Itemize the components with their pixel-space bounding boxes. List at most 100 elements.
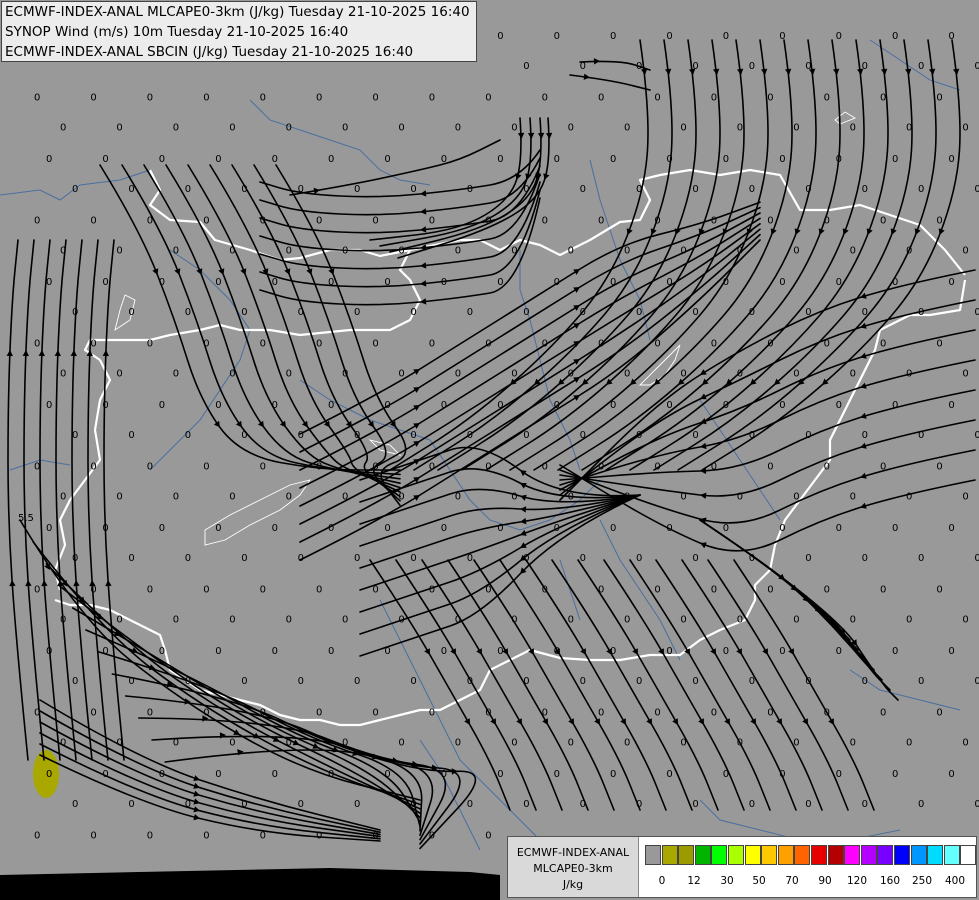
station-value: 0 — [215, 154, 221, 165]
station-value: 0 — [974, 799, 979, 810]
station-value: 0 — [850, 369, 856, 380]
legend-swatch — [910, 845, 927, 865]
station-value: 0 — [692, 676, 698, 687]
station-value: 0 — [272, 769, 278, 780]
legend-tick-label: 70 — [785, 875, 799, 887]
station-value: 0 — [948, 769, 954, 780]
legend-swatch — [645, 845, 661, 865]
station-value: 0 — [203, 93, 209, 104]
station-value: 0 — [692, 553, 698, 564]
station-value: 0 — [624, 246, 630, 257]
station-value: 0 — [286, 246, 292, 257]
station-value: 0 — [749, 184, 755, 195]
station-value: 0 — [523, 799, 529, 810]
station-value: 0 — [203, 831, 209, 842]
legend-swatch — [694, 845, 711, 865]
station-value: 0 — [962, 492, 968, 503]
station-value: 0 — [880, 93, 886, 104]
station-value: 0 — [147, 708, 153, 719]
title-box: ECMWF-INDEX-ANAL MLCAPE0-3km (J/kg) Tues… — [1, 1, 477, 62]
station-value: 0 — [936, 462, 942, 473]
legend-swatch — [678, 845, 695, 865]
station-value: 0 — [90, 339, 96, 350]
legend-tick-label: 400 — [944, 875, 966, 887]
station-value: 0 — [906, 615, 912, 626]
station-value: 0 — [862, 799, 868, 810]
legend-tick-label: 160 — [879, 875, 901, 887]
station-value: 0 — [836, 31, 842, 42]
station-value: 0 — [215, 646, 221, 657]
station-value: 0 — [918, 553, 924, 564]
station-value: 0 — [974, 676, 979, 687]
legend-swatch — [794, 845, 811, 865]
station-value: 0 — [429, 216, 435, 227]
station-value: 0 — [793, 369, 799, 380]
station-value: 0 — [610, 523, 616, 534]
station-value: 0 — [974, 553, 979, 564]
station-value: 0 — [723, 31, 729, 42]
station-value: 0 — [554, 769, 560, 780]
station-value: 0 — [962, 123, 968, 134]
station-value: 0 — [974, 430, 979, 441]
station-value: 0 — [892, 400, 898, 411]
station-value: 0 — [229, 492, 235, 503]
station-value: 0 — [298, 799, 304, 810]
station-value: 0 — [598, 708, 604, 719]
station-value: 0 — [568, 615, 574, 626]
station-value: 0 — [636, 676, 642, 687]
station-value: 0 — [147, 462, 153, 473]
station-value: 0 — [215, 769, 221, 780]
station-value: 0 — [723, 646, 729, 657]
station-value: 0 — [962, 615, 968, 626]
station-value: 0 — [711, 216, 717, 227]
station-value: 0 — [354, 553, 360, 564]
station-value: 0 — [286, 615, 292, 626]
station-value: 0 — [737, 123, 743, 134]
station-value: 0 — [666, 31, 672, 42]
station-value: 0 — [72, 676, 78, 687]
station-value: 0 — [90, 831, 96, 842]
station-value: 0 — [779, 646, 785, 657]
station-value: 0 — [779, 523, 785, 534]
station-value: 0 — [862, 184, 868, 195]
station-value: 0 — [824, 462, 830, 473]
station-value: 0 — [272, 523, 278, 534]
station-value: 0 — [918, 799, 924, 810]
station-value: 0 — [523, 307, 529, 318]
station-value: 0 — [90, 708, 96, 719]
station-value: 0 — [974, 61, 979, 72]
station-value: 0 — [580, 676, 586, 687]
station-value: 0 — [46, 400, 52, 411]
station-value: 0 — [128, 430, 134, 441]
weather-map: 0 0 0 0 0 0 0 0 0 0 0 0 0 0 0 0 0 0 0 0 0 0 0 0 0 0 0 0 0 0 0 0 0 0 0 0 0 0 0 0… — [0, 0, 979, 900]
station-value: 0 — [767, 462, 773, 473]
station-value: 0 — [372, 708, 378, 719]
legend-swatch — [744, 845, 761, 865]
station-value: 0 — [610, 769, 616, 780]
station-value: 0 — [692, 184, 698, 195]
station-value: 0 — [485, 831, 491, 842]
station-value: 0 — [568, 246, 574, 257]
station-value: 0 — [568, 738, 574, 749]
station-value: 0 — [918, 676, 924, 687]
station-value: 0 — [948, 154, 954, 165]
station-value: 0 — [34, 339, 40, 350]
color-legend: ECMWF-INDEX-ANAL MLCAPE0-3km J/kg 0 12 30 5… — [507, 836, 977, 898]
station-value: 0 — [711, 708, 717, 719]
station-value: 0 — [185, 553, 191, 564]
station-value: 0 — [429, 339, 435, 350]
station-value: 0 — [779, 277, 785, 288]
station-value: 0 — [441, 523, 447, 534]
station-value: 0 — [102, 154, 108, 165]
station-value: 0 — [666, 646, 672, 657]
station-value: 0 — [467, 307, 473, 318]
station-value: 0 — [316, 339, 322, 350]
station-value: 0 — [90, 93, 96, 104]
legend-tick-label: 50 — [752, 875, 766, 887]
station-value: 0 — [948, 523, 954, 534]
station-value: 0 — [485, 93, 491, 104]
station-value: 0 — [836, 523, 842, 534]
station-value: 0 — [624, 615, 630, 626]
station-value: 0 — [711, 585, 717, 596]
station-value: 0 — [523, 61, 529, 72]
